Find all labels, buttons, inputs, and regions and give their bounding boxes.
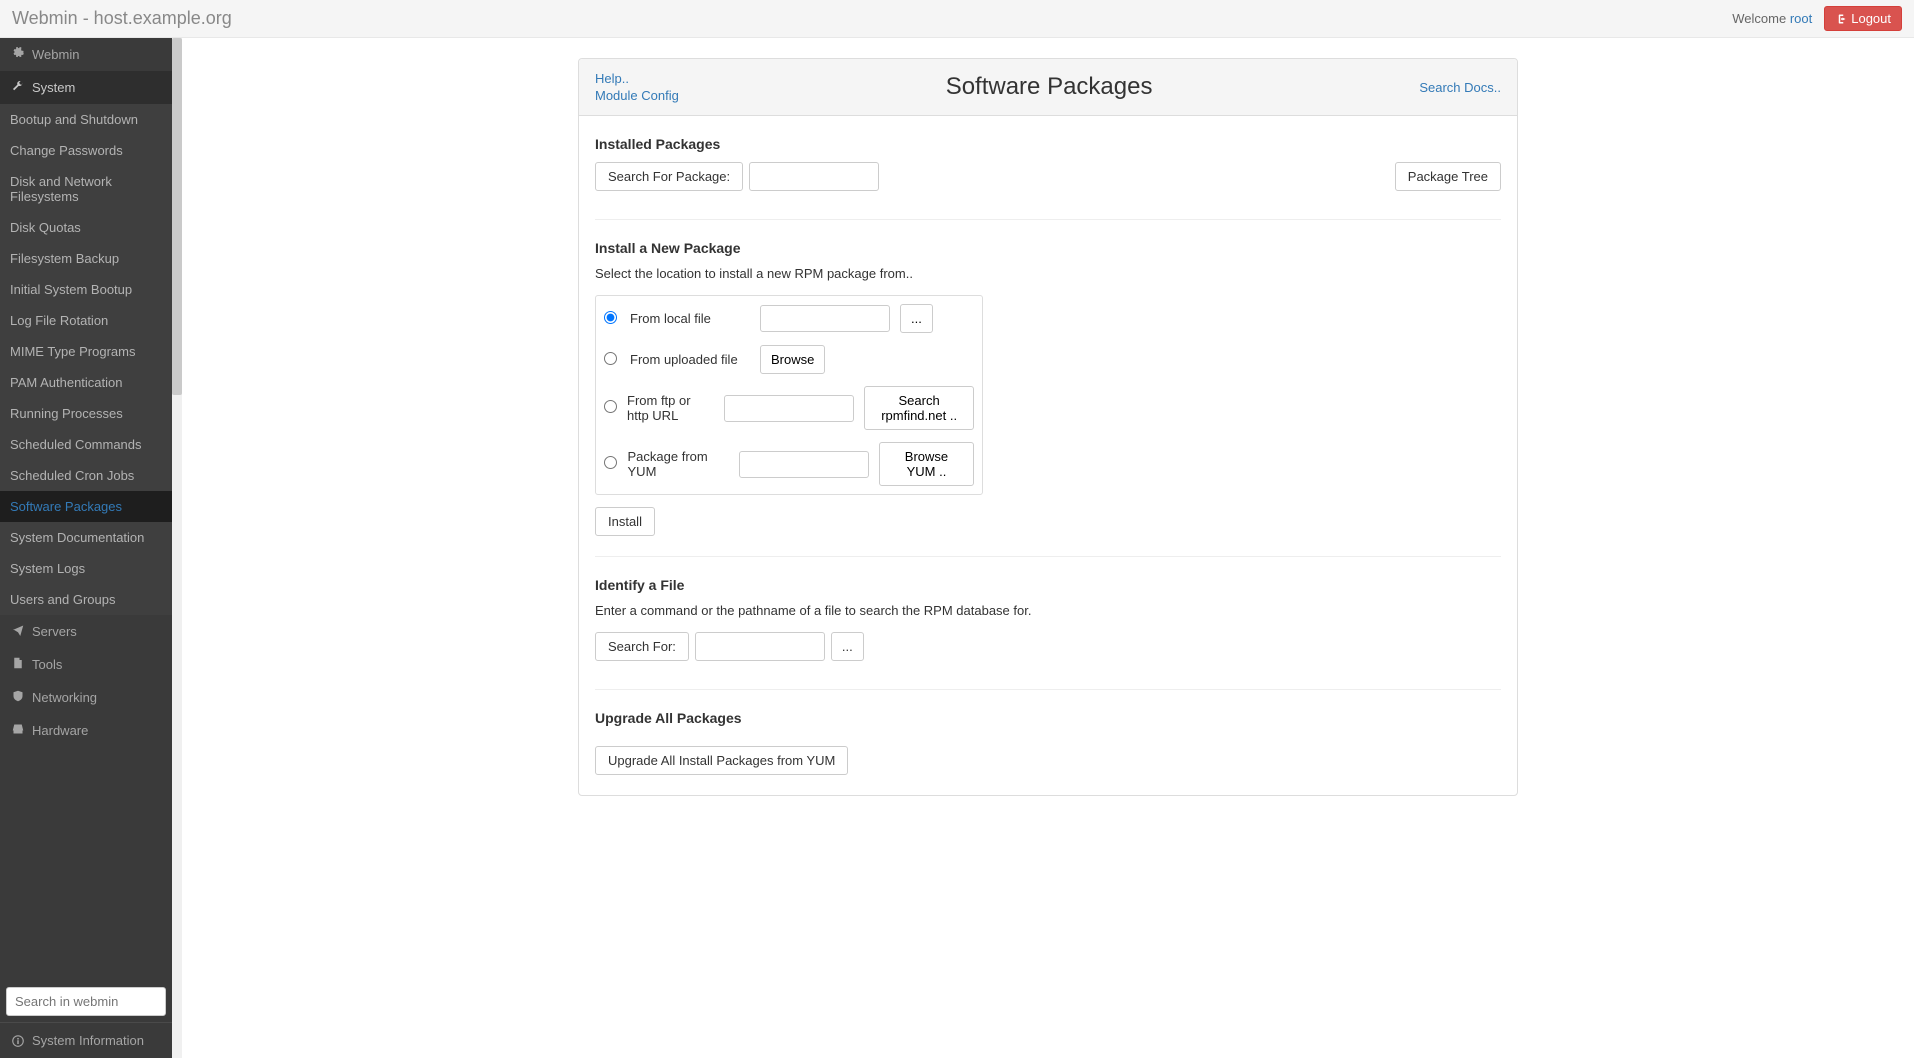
page-title: Software Packages — [946, 73, 1153, 101]
main-content: Help.. Module Config Software Packages S… — [182, 38, 1914, 1058]
upgrade-heading: Upgrade All Packages — [595, 710, 1501, 726]
upgrade-all-button[interactable]: Upgrade All Install Packages from YUM — [595, 746, 848, 775]
sidebar-item-system-logs[interactable]: System Logs — [0, 553, 172, 584]
sidebar-category-tools[interactable]: Tools — [0, 648, 172, 681]
sidebar-item-scheduled-cron-jobs[interactable]: Scheduled Cron Jobs — [0, 460, 172, 491]
identify-heading: Identify a File — [595, 577, 1501, 593]
search-package-input[interactable] — [749, 162, 879, 191]
shield-icon — [12, 690, 24, 705]
install-new-heading: Install a New Package — [595, 240, 1501, 256]
sidebar-item-running-processes[interactable]: Running Processes — [0, 398, 172, 429]
wrench-icon — [12, 80, 24, 95]
install-source-radio[interactable] — [604, 456, 617, 469]
install-source-row: From uploaded file Browse — [596, 339, 982, 380]
sidebar-item-log-file-rotation[interactable]: Log File Rotation — [0, 305, 172, 336]
sidebar-search-container — [0, 981, 172, 1022]
sidebar-item-mime-type-programs[interactable]: MIME Type Programs — [0, 336, 172, 367]
module-panel: Help.. Module Config Software Packages S… — [578, 58, 1518, 796]
module-config-link[interactable]: Module Config — [595, 88, 679, 103]
sidebar-search-input[interactable] — [6, 987, 166, 1016]
sidebar-category-label: Tools — [32, 657, 62, 672]
sidebar-category-label: System — [32, 80, 75, 95]
install-source-input[interactable] — [724, 395, 854, 422]
install-source-box: From local file... From uploaded file Brow… — [595, 295, 983, 495]
search-docs-link[interactable]: Search Docs.. — [1419, 80, 1501, 95]
identify-hint: Enter a command or the pathname of a fil… — [595, 603, 1501, 618]
info-icon — [12, 1035, 24, 1047]
sidebar-category-system[interactable]: System — [0, 71, 172, 104]
install-source-label: Package from YUM — [628, 449, 729, 479]
install-source-row: From local file... — [596, 298, 982, 339]
logout-icon — [1835, 13, 1847, 25]
install-source-radio[interactable] — [604, 311, 617, 324]
sidebar-item-users-and-groups[interactable]: Users and Groups — [0, 584, 172, 615]
sidebar-item-initial-system-bootup[interactable]: Initial System Bootup — [0, 274, 172, 305]
install-source-extra-button[interactable]: Browse YUM .. — [879, 442, 974, 486]
sidebar-item-filesystem-backup[interactable]: Filesystem Backup — [0, 243, 172, 274]
installed-packages-section: Installed Packages Search For Package: P… — [595, 136, 1501, 220]
install-source-label: From uploaded file — [630, 352, 750, 367]
user-link[interactable]: root — [1790, 11, 1812, 26]
file-icon — [12, 657, 24, 672]
search-for-input[interactable] — [695, 632, 825, 661]
install-source-row: Package from YUM Browse YUM .. — [596, 436, 982, 492]
search-for-browse-button[interactable]: ... — [831, 632, 864, 661]
sidebar-category-label: Servers — [32, 624, 77, 639]
gear-icon — [12, 47, 24, 62]
sidebar-item-system-documentation[interactable]: System Documentation — [0, 522, 172, 553]
install-new-section: Install a New Package Select the locatio… — [595, 240, 1501, 557]
sidebar: Webmin System Bootup and ShutdownChange Pa… — [0, 38, 172, 1058]
install-source-label: From local file — [630, 311, 750, 326]
plane-icon — [12, 624, 24, 639]
system-information-link[interactable]: System Information — [0, 1022, 172, 1058]
sidebar-category-label: Webmin — [32, 47, 79, 62]
sidebar-item-software-packages[interactable]: Software Packages — [0, 491, 172, 522]
sidebar-item-bootup-and-shutdown[interactable]: Bootup and Shutdown — [0, 104, 172, 135]
sidebar-item-scheduled-commands[interactable]: Scheduled Commands — [0, 429, 172, 460]
sidebar-category-webmin[interactable]: Webmin — [0, 38, 172, 71]
install-source-extra-button[interactable]: ... — [900, 304, 933, 333]
sidebar-item-pam-authentication[interactable]: PAM Authentication — [0, 367, 172, 398]
install-source-extra-button[interactable]: Browse — [760, 345, 825, 374]
install-source-radio[interactable] — [604, 352, 617, 365]
install-source-input[interactable] — [760, 305, 890, 332]
sidebar-item-disk-quotas[interactable]: Disk Quotas — [0, 212, 172, 243]
panel-header: Help.. Module Config Software Packages S… — [579, 59, 1517, 116]
welcome-text: Welcome root — [1732, 11, 1812, 26]
app-title: Webmin - host.example.org — [12, 8, 232, 29]
install-source-extra-button[interactable]: Search rpmfind.net .. — [864, 386, 974, 430]
top-bar: Webmin - host.example.org Welcome root L… — [0, 0, 1914, 38]
installed-heading: Installed Packages — [595, 136, 1501, 152]
install-new-hint: Select the location to install a new RPM… — [595, 266, 1501, 281]
search-package-button[interactable]: Search For Package: — [595, 162, 743, 191]
sidebar-category-servers[interactable]: Servers — [0, 615, 172, 648]
install-button[interactable]: Install — [595, 507, 655, 536]
sidebar-category-label: Networking — [32, 690, 97, 705]
install-source-input[interactable] — [739, 451, 869, 478]
hdd-icon — [12, 723, 24, 738]
sidebar-category-label: Hardware — [32, 723, 88, 738]
package-tree-button[interactable]: Package Tree — [1395, 162, 1501, 191]
identify-file-section: Identify a File Enter a command or the p… — [595, 577, 1501, 690]
sidebar-item-change-passwords[interactable]: Change Passwords — [0, 135, 172, 166]
install-source-label: From ftp or http URL — [627, 393, 714, 423]
logout-button[interactable]: Logout — [1824, 6, 1902, 31]
install-source-row: From ftp or http URL Search rpmfind.net .… — [596, 380, 982, 436]
sidebar-category-networking[interactable]: Networking — [0, 681, 172, 714]
search-for-button[interactable]: Search For: — [595, 632, 689, 661]
sidebar-item-disk-and-network-filesystems[interactable]: Disk and Network Filesystems — [0, 166, 172, 212]
sidebar-scrollbar[interactable] — [172, 38, 182, 1058]
sidebar-category-hardware[interactable]: Hardware — [0, 714, 172, 747]
install-source-radio[interactable] — [604, 400, 617, 413]
upgrade-section: Upgrade All Packages Upgrade All Install… — [595, 710, 1501, 775]
help-link[interactable]: Help.. — [595, 71, 679, 86]
